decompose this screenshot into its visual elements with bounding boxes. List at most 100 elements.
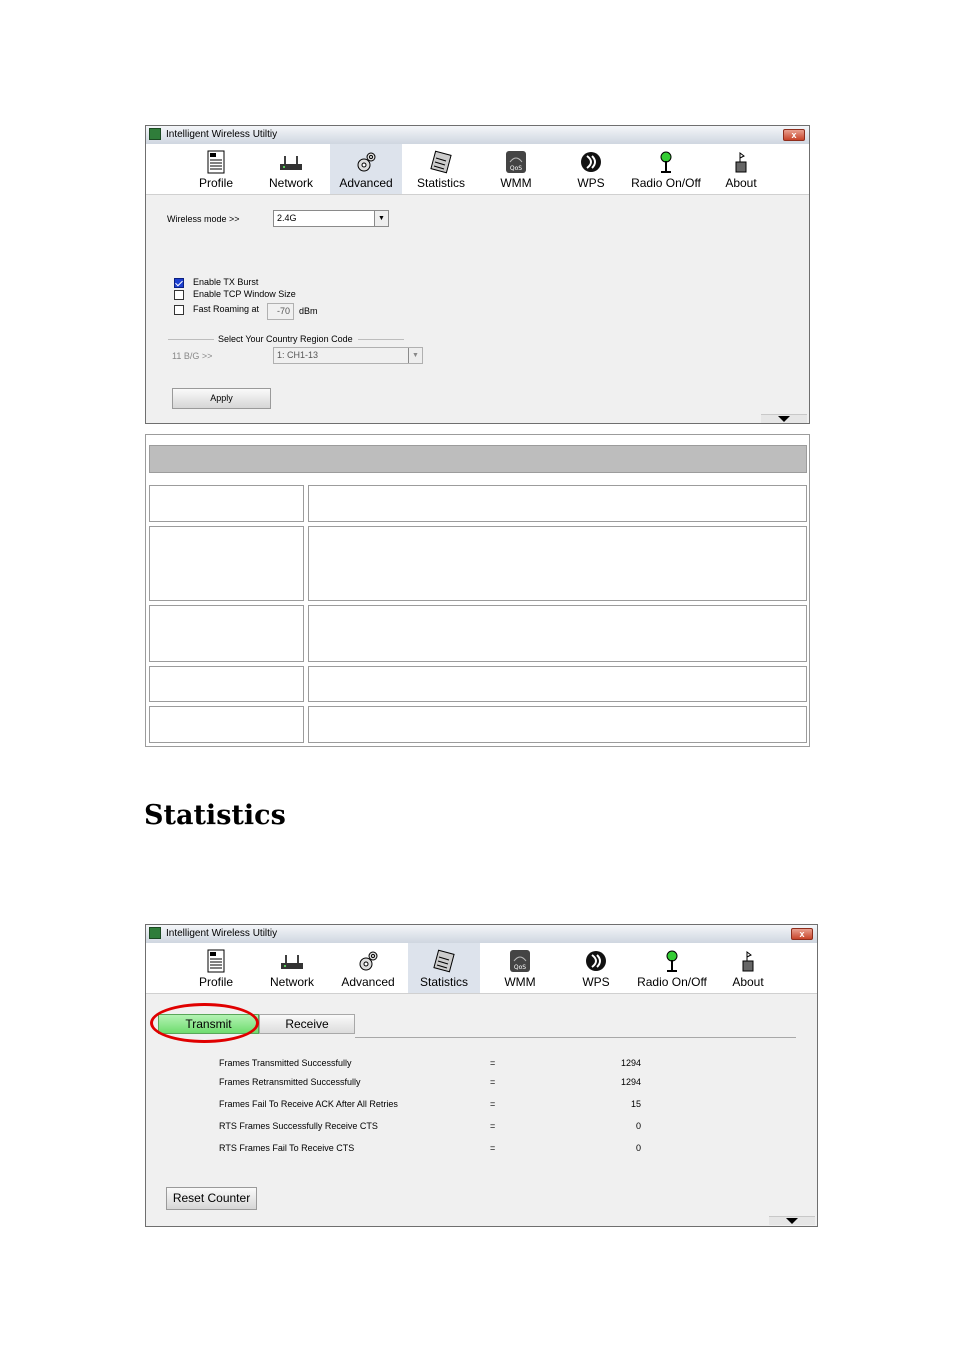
stat-equals: = [490,1058,496,1068]
scroll-down-arrow-icon[interactable] [769,1216,815,1225]
region-value: 1: CH1-13 [277,350,319,360]
table-row [308,526,807,601]
about-icon [735,152,747,173]
toolbar-wps[interactable]: WPS [555,144,627,194]
tcp-window-label: Enable TCP Window Size [193,289,296,299]
stat-value: 1294 [620,1077,641,1087]
toolbar-about[interactable]: About [705,144,777,194]
profile-icon [207,150,225,174]
toolbar-label: About [732,975,764,989]
chevron-down-icon[interactable]: ▼ [408,348,422,363]
fast-roaming-checkbox[interactable] [174,305,184,315]
app-icon [149,128,161,140]
toolbar-label: Advanced [341,975,395,989]
table-row [308,605,807,662]
advanced-window: Intelligent Wireless Utiltiy x Profile N… [145,125,810,424]
toolbar-label: WPS [582,975,610,989]
region-divider-right [358,339,404,340]
region-select[interactable]: 1: CH1-13 ▼ [273,347,423,364]
toolbar-wmm[interactable]: QoS WMM [480,144,552,194]
toolbar-radio[interactable]: Radio On/Off [634,943,710,993]
table-header [149,445,807,473]
toolbar-label: Statistics [416,176,465,190]
toolbar-label: Profile [198,975,233,989]
stat-equals: = [490,1121,496,1131]
stat-label: RTS Frames Successfully Receive CTS [219,1121,378,1131]
stat-equals: = [490,1077,496,1087]
tx-burst-label: Enable TX Burst [193,277,259,287]
fast-roaming-input[interactable]: -70 [267,303,294,320]
table-row [149,526,304,601]
svg-text:QoS: QoS [514,964,526,971]
table-row [149,485,304,522]
title-bar: Intelligent Wireless Utiltiy x [146,126,809,145]
toolbar-label: WMM [504,975,536,989]
toolbar-wps[interactable]: WPS [560,943,632,993]
country-region-title: Select Your Country Region Code [218,334,353,344]
stat-value: 0 [635,1121,641,1131]
toolbar-label: Profile [198,176,233,190]
stat-label: Frames Fail To Receive ACK After All Ret… [219,1099,398,1109]
toolbar-wmm[interactable]: QoS WMM [484,943,556,993]
toolbar-label: WMM [500,176,532,190]
table-row [149,666,304,702]
tcp-window-checkbox[interactable] [174,290,184,300]
fast-roaming-label: Fast Roaming at [193,304,260,314]
radio-icon [660,151,672,173]
statistics-icon [430,150,452,174]
table-row [149,605,304,662]
stat-equals: = [490,1143,496,1153]
wireless-mode-select[interactable]: 2.4G ▼ [273,210,389,227]
apply-button[interactable]: Apply [172,388,271,409]
toolbar-statistics[interactable]: Statistics [405,144,477,194]
main-toolbar: Profile Network Advanced Statistics QoS … [146,144,809,195]
reset-counter-button[interactable]: Reset Counter [166,1187,257,1210]
stat-label: Frames Retransmitted Successfully [219,1077,361,1087]
statistics-window: Intelligent Wireless Utiltiy x Profile N… [145,924,818,1227]
wireless-mode-label: Wireless mode >> [167,214,240,224]
tab-underline [355,1037,796,1038]
toolbar-radio[interactable]: Radio On/Off [630,144,702,194]
wps-icon [581,152,601,172]
stat-value: 15 [630,1099,641,1109]
toolbar-profile[interactable]: Profile [180,943,252,993]
close-button[interactable]: x [791,928,813,940]
window-title: Intelligent Wireless Utiltiy [166,129,278,140]
toolbar-advanced[interactable]: Advanced [330,144,402,194]
table-row [308,706,807,743]
toolbar-label: Statistics [419,975,468,989]
window-title: Intelligent Wireless Utiltiy [166,928,278,939]
network-icon [280,156,302,170]
about-icon [742,951,754,972]
wmm-icon: QoS [506,151,526,173]
advanced-icon [359,951,378,971]
toolbar-statistics[interactable]: Statistics [408,943,480,993]
wps-icon [586,951,606,971]
toolbar-advanced[interactable]: Advanced [332,943,404,993]
title-bar: Intelligent Wireless Utiltiy x [146,925,817,944]
close-button[interactable]: x [783,129,805,141]
network-icon [281,955,303,969]
toolbar-about[interactable]: About [712,943,784,993]
table-row [149,706,304,743]
toolbar-label: Network [268,176,313,190]
tab-receive[interactable]: Receive [259,1014,355,1034]
toolbar-label: Advanced [339,176,393,190]
toolbar-label: About [725,176,757,190]
stat-value: 1294 [620,1058,641,1068]
stat-equals: = [490,1099,496,1109]
toolbar-profile[interactable]: Profile [180,144,252,194]
stat-label: Frames Transmitted Successfully [219,1058,352,1068]
scroll-down-arrow-icon[interactable] [761,414,807,423]
toolbar-network[interactable]: Network [256,943,328,993]
stat-label: RTS Frames Fail To Receive CTS [219,1143,355,1153]
app-icon [149,927,161,939]
advanced-icon [357,152,376,172]
toolbar-network[interactable]: Network [255,144,327,194]
chevron-down-icon[interactable]: ▼ [374,211,388,226]
tx-burst-checkbox[interactable] [174,278,184,288]
stat-value: 0 [635,1143,641,1153]
table-row [308,485,807,522]
fast-roaming-unit: dBm [299,306,318,316]
transmit-highlight-ring [150,1003,259,1043]
